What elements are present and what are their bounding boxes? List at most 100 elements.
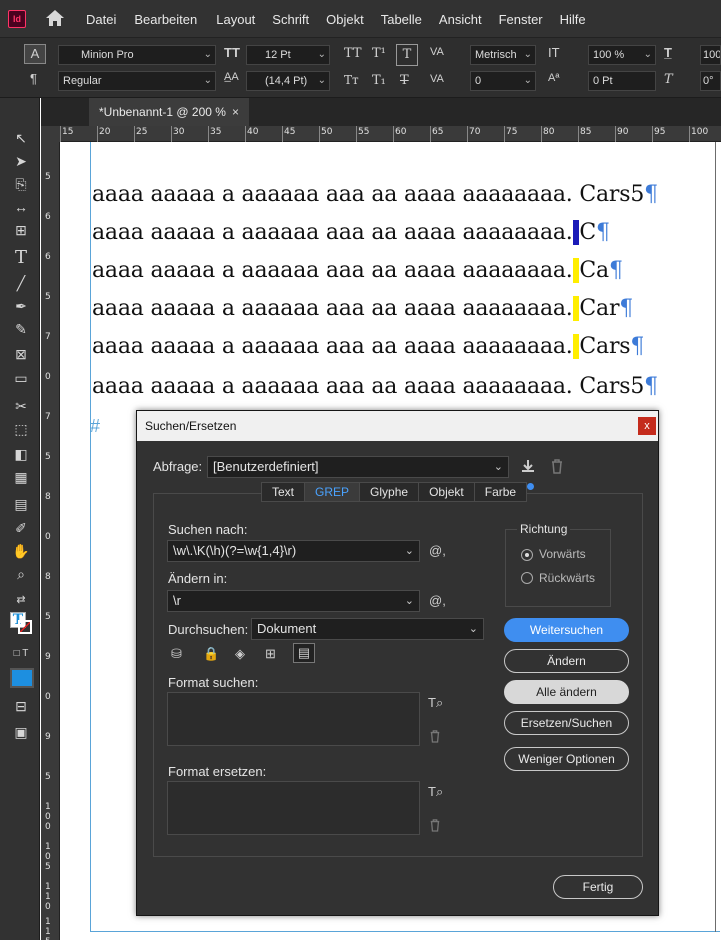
page-tool-icon[interactable]: ⎘ [10,174,32,194]
change-format-box[interactable] [167,781,420,835]
ruler-origin[interactable] [41,126,60,142]
gradient-feather-tool-icon[interactable]: ▦ [10,467,32,487]
specify-change-format-icon[interactable]: T⌕ [428,784,443,800]
vertical-scale-field[interactable]: 100 % ⌄ [588,45,656,65]
find-format-box[interactable] [167,692,420,746]
superscript-icon[interactable]: T¹ [372,46,386,61]
include-hidden-layers-icon[interactable]: ◈ [235,646,245,662]
line-tool-icon[interactable]: ╱ [10,273,32,293]
include-footnotes-icon[interactable]: ▤ [293,643,315,663]
hand-tool-icon[interactable]: ✋ [10,541,32,561]
pen-tool-icon[interactable]: ✒ [10,296,32,316]
font-family-field[interactable]: Minion Pro ⌄ [58,45,216,65]
fewer-options-button[interactable]: Weniger Optionen [504,747,629,771]
horizontal-ruler[interactable]: 15 20 25 30 35 40 45 50 55 60 65 70 75 8… [60,126,721,142]
menu-bearbeiten[interactable]: Bearbeiten [134,12,197,27]
gradient-swatch-tool-icon[interactable]: ◧ [10,444,32,464]
menu-objekt[interactable]: Objekt [326,12,364,27]
all-caps-icon[interactable]: TT [344,46,362,61]
text-line[interactable]: aaaa aaaaa a aaaaaa aaa aa aaaa aaaaaaaa… [92,334,644,359]
home-icon[interactable] [44,8,66,28]
swap-colors-icon[interactable]: ⇄ [10,590,32,610]
query-select[interactable]: [Benutzerdefiniert] ⌄ [207,456,509,478]
direct-selection-tool-icon[interactable]: ➤ [10,151,32,171]
eyedropper-tool-icon[interactable]: ✐ [10,518,32,538]
close-tab-icon[interactable]: × [232,98,239,126]
include-locked-layers-icon[interactable]: ⛁ [171,646,182,662]
tab-object[interactable]: Objekt [419,483,475,501]
scissors-tool-icon[interactable]: ✂ [10,396,32,416]
fill-stroke-icon[interactable]: T [10,612,34,636]
pencil-tool-icon[interactable]: ✎ [10,319,32,339]
search-scope-select[interactable]: Dokument ⌄ [251,618,484,640]
skew-field[interactable]: 0° [700,71,721,91]
chevron-down-icon: ⌄ [643,49,652,60]
specify-find-format-icon[interactable]: T⌕ [428,695,443,711]
dialog-title[interactable]: Suchen/Ersetzen [137,411,658,441]
rectangle-tool-icon[interactable]: ▭ [10,368,32,388]
change-all-button[interactable]: Alle ändern [504,680,629,704]
text-line[interactable]: aaaa aaaaa a aaaaaa aaa aa aaaa aaaaaaaa… [92,296,633,321]
text-line[interactable]: aaaa aaaaa a aaaaaa aaa aa aaaa aaaaaaaa… [92,374,658,399]
special-chars-find-button[interactable]: @, [429,543,446,558]
normal-view-mode-icon[interactable] [10,668,34,688]
change-to-input[interactable]: \r ⌄ [167,590,420,612]
font-size-field[interactable]: 12 Pt ⌄ [246,45,330,65]
find-what-input[interactable]: \w\.\K(\h)(?=\w{1,4}\r) ⌄ [167,540,420,562]
menu-datei[interactable]: Datei [86,12,116,27]
font-style-field[interactable]: Regular ⌄ [58,71,216,91]
special-chars-change-button[interactable]: @, [429,593,446,608]
leading-field[interactable]: (14,4 Pt) ⌄ [246,71,330,91]
strikethrough-icon[interactable]: T [400,73,409,88]
menu-tabelle[interactable]: Tabelle [381,12,422,27]
done-button[interactable]: Fertig [553,875,643,899]
trash-icon[interactable] [550,458,564,474]
menu-schrift[interactable]: Schrift [272,12,309,27]
menu-hilfe[interactable]: Hilfe [560,12,586,27]
include-master-pages-icon[interactable]: ⊞ [265,646,276,662]
formatting-container-icon[interactable]: □ T [10,644,32,664]
selection-tool-icon[interactable]: ↖ [10,128,32,148]
pilcrow-icon: ¶ [644,182,658,207]
free-transform-tool-icon[interactable]: ⬚ [10,419,32,439]
rectangle-frame-tool-icon[interactable]: ⊠ [10,344,32,364]
menu-fenster[interactable]: Fenster [499,12,543,27]
content-collector-icon[interactable]: ⊞ [10,220,32,240]
character-mode-button[interactable]: A [24,44,46,64]
paragraph-mode-button[interactable]: ¶ [30,71,37,86]
tab-color[interactable]: Farbe [474,483,527,501]
include-locked-stories-icon[interactable]: 🔒 [203,646,219,662]
vertical-ruler[interactable]: 5 6 6 5 7 0 7 5 8 0 8 5 9 0 9 5 1 0 0 1 … [41,142,60,940]
tab-glyph[interactable]: Glyphe [360,483,420,501]
trash-icon[interactable] [429,729,441,743]
close-button[interactable]: x [638,417,656,435]
text-line[interactable]: aaaa aaaaa a aaaaaa aaa aa aaaa aaaaaaaa… [92,258,623,283]
underline-icon[interactable]: T [396,44,418,66]
preview-mode-icon[interactable]: ⊟ [10,696,32,716]
document-tab[interactable]: *Unbenannt-1 @ 200 % × [89,98,249,126]
text-line[interactable]: aaaa aaaaa a aaaaaa aaa aa aaaa aaaaaaaa… [92,220,610,245]
small-caps-icon[interactable]: Tт [344,73,359,87]
forward-radio[interactable] [521,549,533,561]
change-find-button[interactable]: Ersetzen/Suchen [504,711,629,735]
zoom-tool-icon[interactable]: ⌕ [10,564,32,584]
baseline-shift-field[interactable]: 0 Pt [588,71,656,91]
tab-grep[interactable]: GREP [305,483,361,501]
kerning-field[interactable]: Metrisch ⌄ [470,45,536,65]
find-next-button[interactable]: Weitersuchen [504,618,629,642]
menu-layout[interactable]: Layout [216,12,255,27]
text-line[interactable]: aaaa aaaaa a aaaaaa aaa aa aaaa aaaaaaaa… [92,182,658,207]
menu-ansicht[interactable]: Ansicht [439,12,482,27]
horizontal-scale-field[interactable]: 100 [700,45,721,65]
screen-mode-icon[interactable]: ▣ [10,722,32,742]
tracking-field[interactable]: 0 ⌄ [470,71,536,91]
gap-tool-icon[interactable]: ↔ [10,197,32,217]
trash-icon[interactable] [429,818,441,832]
subscript-icon[interactable]: T₁ [372,73,386,88]
save-query-icon[interactable] [520,458,536,474]
tab-text[interactable]: Text [262,483,306,501]
backward-radio[interactable] [521,572,533,584]
type-tool-icon[interactable]: T [10,248,32,268]
change-button[interactable]: Ändern [504,649,629,673]
note-tool-icon[interactable]: ▤ [10,494,32,514]
